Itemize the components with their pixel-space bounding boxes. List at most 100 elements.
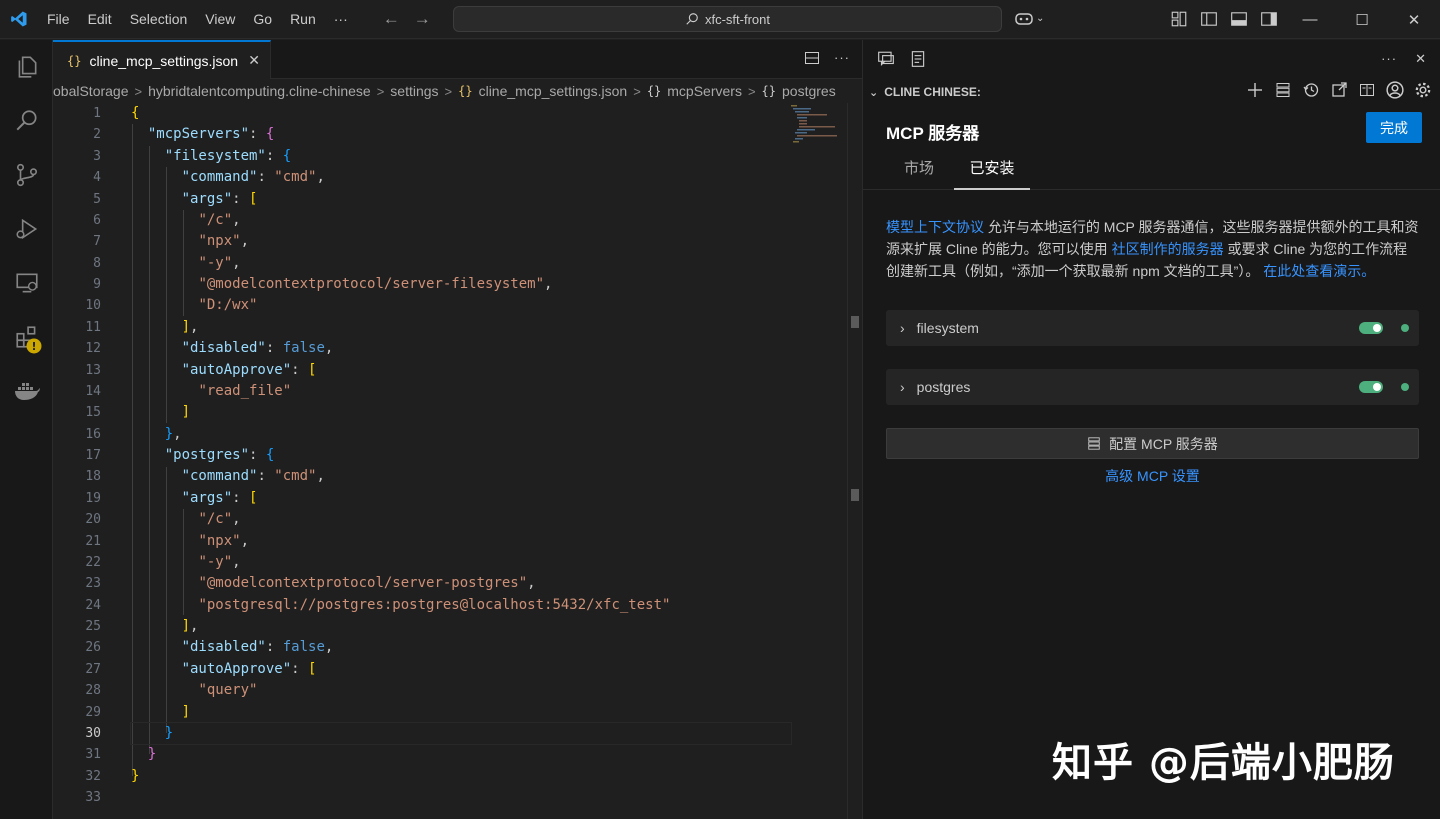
code-line[interactable]: ], <box>131 317 791 338</box>
code-line[interactable]: "@modelcontextprotocol/server-filesystem… <box>131 274 791 295</box>
close-window-icon[interactable]: ✕ <box>1388 0 1440 39</box>
chat-icon[interactable] <box>877 50 895 68</box>
tab-installed[interactable]: 已安装 <box>954 156 1030 190</box>
menu-more[interactable]: ··· <box>325 0 357 39</box>
menu-selection[interactable]: Selection <box>121 0 197 39</box>
community-servers-link[interactable]: 社区制作的服务器 <box>1112 241 1224 257</box>
code-line[interactable]: "autoApprove": [ <box>131 360 791 381</box>
breadcrumb-item[interactable]: obalStorage <box>53 83 129 99</box>
configure-mcp-servers-button[interactable]: 配置 MCP 服务器 <box>886 428 1419 459</box>
code-line[interactable]: "npx", <box>131 531 791 552</box>
run-debug-icon[interactable] <box>0 202 53 256</box>
code-line[interactable]: "disabled": false, <box>131 338 791 359</box>
code-line[interactable]: "-y", <box>131 552 791 573</box>
customize-layout-icon[interactable] <box>1170 10 1188 28</box>
breadcrumb-file[interactable]: {} cline_mcp_settings.json <box>458 83 627 99</box>
tab-marketplace[interactable]: 市场 <box>887 156 951 190</box>
server-enable-toggle[interactable] <box>1359 322 1383 334</box>
copilot-button[interactable]: ⌄ <box>1014 10 1044 26</box>
server-item-postgres[interactable]: › postgres <box>886 369 1419 405</box>
close-icon[interactable]: ✕ <box>1415 51 1426 67</box>
code-line[interactable]: "autoApprove": [ <box>131 659 791 680</box>
code-line[interactable]: "query" <box>131 680 791 701</box>
title-bar: File Edit Selection View Go Run ··· ← → … <box>0 0 1440 39</box>
server-enable-toggle[interactable] <box>1359 381 1383 393</box>
view-actions <box>1246 81 1432 99</box>
code-line[interactable]: } <box>131 744 791 765</box>
demo-link[interactable]: 在此处查看演示。 <box>1263 263 1375 279</box>
breadcrumb-item[interactable]: hybridtalentcomputing.cline-chinese <box>148 83 371 99</box>
mcp-protocol-link[interactable]: 模型上下文协议 <box>886 219 984 235</box>
code-line[interactable]: "args": [ <box>131 488 791 509</box>
remote-explorer-icon[interactable] <box>0 256 53 310</box>
breadcrumb-symbol[interactable]: {} mcpServers <box>647 83 742 99</box>
minimap[interactable] <box>787 103 847 163</box>
code-line[interactable]: ], <box>131 616 791 637</box>
code-line[interactable]: "command": "cmd", <box>131 466 791 487</box>
code-line[interactable]: } <box>130 721 792 746</box>
maximize-icon[interactable]: ☐ <box>1336 0 1388 39</box>
history-icon[interactable] <box>1302 81 1320 99</box>
code-token: , <box>232 511 241 528</box>
code-line[interactable]: "postgres": { <box>131 445 791 466</box>
menu-view[interactable]: View <box>196 0 244 39</box>
code-content[interactable]: { "mcpServers": { "filesystem": { "comma… <box>130 103 792 808</box>
code-line[interactable]: "D:/wx" <box>131 295 791 316</box>
server-item-filesystem[interactable]: › filesystem <box>886 310 1419 346</box>
docker-icon[interactable] <box>0 364 53 418</box>
code-line[interactable]: { <box>131 103 791 124</box>
open-external-icon[interactable] <box>1330 81 1348 99</box>
code-line[interactable]: }, <box>131 424 791 445</box>
code-line[interactable]: "@modelcontextprotocol/server-postgres", <box>131 573 791 594</box>
done-button[interactable]: 完成 <box>1366 112 1422 143</box>
plus-icon[interactable] <box>1246 81 1264 99</box>
toggle-primary-sidebar-icon[interactable] <box>1200 10 1218 28</box>
back-arrow-icon[interactable]: ← <box>383 9 400 29</box>
forward-arrow-icon[interactable]: → <box>414 9 431 29</box>
menu-go[interactable]: Go <box>244 0 281 39</box>
code-line[interactable]: "/c", <box>131 210 791 231</box>
advanced-mcp-settings-link[interactable]: 高级 MCP 设置 <box>886 466 1419 486</box>
more-actions-icon[interactable]: ··· <box>1381 51 1397 67</box>
split-editor-icon[interactable] <box>804 50 820 66</box>
chevron-down-icon[interactable]: ⌄ <box>869 86 878 99</box>
menu-edit[interactable]: Edit <box>79 0 121 39</box>
toggle-secondary-sidebar-icon[interactable] <box>1260 10 1278 28</box>
toggle-panel-icon[interactable] <box>1230 10 1248 28</box>
gear-icon[interactable] <box>1414 81 1432 99</box>
account-icon[interactable] <box>1386 81 1404 99</box>
extensions-icon[interactable]: ! <box>0 310 53 364</box>
server-icon[interactable] <box>1274 81 1292 99</box>
minimize-icon[interactable]: — <box>1284 0 1336 39</box>
code-line[interactable]: "read_file" <box>131 381 791 402</box>
vertical-scrollbar[interactable] <box>847 103 861 819</box>
code-line[interactable]: "/c", <box>131 509 791 530</box>
code-line[interactable]: "postgresql://postgres:postgres@localhos… <box>131 595 791 616</box>
code-line[interactable] <box>131 787 791 808</box>
code-line[interactable]: "args": [ <box>131 189 791 210</box>
menu-file[interactable]: File <box>38 0 79 39</box>
code-line[interactable]: "-y", <box>131 253 791 274</box>
explorer-icon[interactable] <box>0 40 53 94</box>
code-line[interactable]: "command": "cmd", <box>131 167 791 188</box>
tab-cline-mcp-settings[interactable]: {} cline_mcp_settings.json ✕ <box>53 40 271 79</box>
code-line[interactable]: "disabled": false, <box>131 637 791 658</box>
command-center-search[interactable]: xfc-sft-front <box>453 6 1002 32</box>
code-line[interactable]: ] <box>131 702 791 723</box>
breadcrumb-symbol[interactable]: {} postgres <box>762 83 836 99</box>
code-line[interactable]: "npx", <box>131 231 791 252</box>
search-sidebar-icon[interactable] <box>0 94 53 148</box>
more-actions-icon[interactable]: ··· <box>834 50 850 66</box>
book-icon[interactable] <box>1358 81 1376 99</box>
code-line[interactable]: } <box>131 766 791 787</box>
code-editor[interactable]: 1 2 3 4 5 6 7 8 9 10 11 12 13 14 15 16 17 18 19 20 21 22 23 24 2… <box>53 103 862 819</box>
checklist-icon[interactable] <box>909 50 927 68</box>
close-icon[interactable]: ✕ <box>248 52 260 69</box>
breadcrumb-item[interactable]: settings <box>390 83 438 99</box>
source-control-icon[interactable] <box>0 148 53 202</box>
code-line[interactable]: "mcpServers": { <box>131 124 791 145</box>
menu-run[interactable]: Run <box>281 0 325 39</box>
code-line[interactable]: ] <box>131 402 791 423</box>
code-line[interactable]: "filesystem": { <box>131 146 791 167</box>
